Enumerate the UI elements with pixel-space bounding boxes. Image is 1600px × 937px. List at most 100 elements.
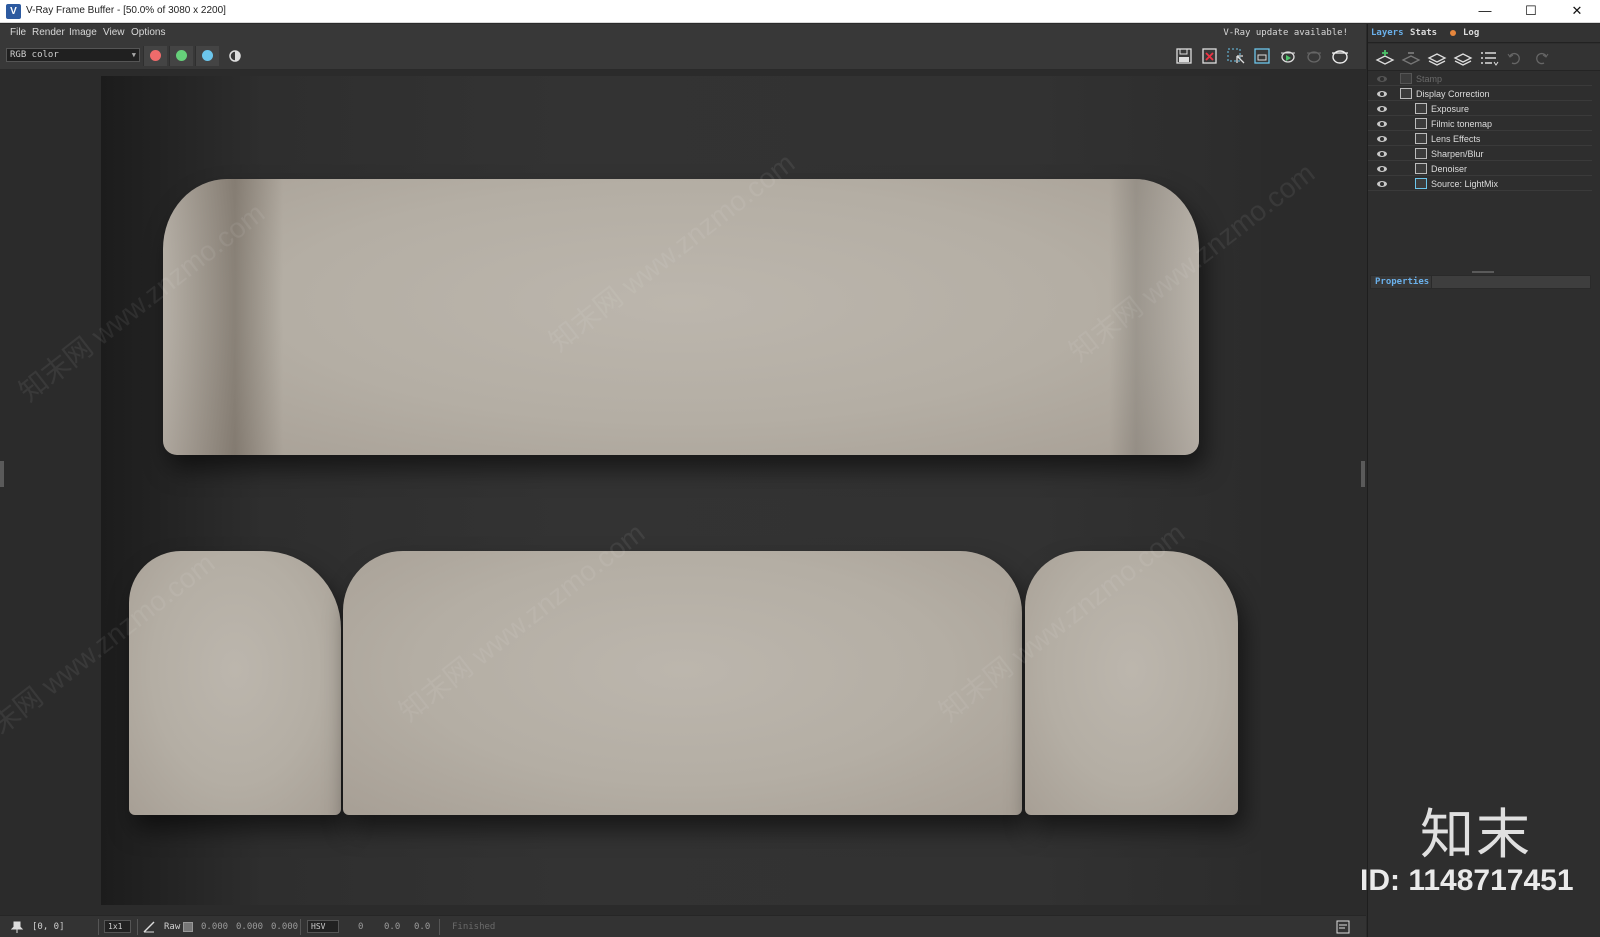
redo-icon[interactable] <box>1530 48 1552 68</box>
vray-app-icon: V <box>6 4 21 19</box>
interactive-render-button[interactable] <box>1277 46 1299 66</box>
green-channel-button[interactable] <box>169 46 193 66</box>
minimize-button[interactable]: — <box>1462 0 1508 23</box>
panel-resize-grip[interactable] <box>1472 271 1494 273</box>
pixel-coords: [0, 0] <box>32 922 65 932</box>
clear-image-button[interactable] <box>1199 46 1221 66</box>
mono-mode-button[interactable] <box>224 46 246 66</box>
left-splitter-handle[interactable] <box>0 461 4 487</box>
load-layers-icon[interactable] <box>1452 48 1474 68</box>
save-icon <box>1176 48 1192 64</box>
value-value: 0.0 <box>414 922 431 932</box>
layer-row-lens-effects[interactable]: Lens Effects <box>1368 132 1592 146</box>
layer-label: Denoiser <box>1431 164 1468 174</box>
save-image-button[interactable] <box>1173 46 1195 66</box>
render-button[interactable] <box>1329 46 1351 66</box>
divider <box>300 919 301 935</box>
blue-value: 0.000 <box>271 922 299 932</box>
properties-label: Properties <box>1375 277 1430 287</box>
maximize-button[interactable]: ☐ <box>1508 0 1554 23</box>
layer-label: Filmic tonemap <box>1431 119 1493 129</box>
watermark-id: ID: 1148717451 <box>1360 864 1574 897</box>
tab-stats[interactable]: Stats <box>1407 26 1440 42</box>
visibility-eye-icon[interactable] <box>1377 166 1387 172</box>
colorspace-dropdown[interactable]: HSV <box>307 920 339 933</box>
properties-field <box>1431 276 1590 288</box>
zoom-dropdown[interactable]: 1x1 <box>104 920 131 933</box>
menu-image[interactable]: Image <box>69 27 97 38</box>
layer-label: Stamp <box>1416 74 1443 84</box>
toolbar: RGB color ▼ <box>0 42 1366 70</box>
teapot-icon <box>1332 50 1348 64</box>
layer-list-icon[interactable] <box>1478 48 1500 68</box>
layer-row-display-correction[interactable]: Display Correction <box>1368 87 1592 101</box>
region-render-button[interactable] <box>1225 46 1247 66</box>
channel-dropdown[interactable]: RGB color ▼ <box>6 48 140 62</box>
track-mouse-button[interactable] <box>1251 46 1273 66</box>
status-bar: [0, 0] 1x1 Raw 0.000 0.000 0.000 HSV 0 0… <box>0 915 1366 937</box>
layer-row-stamp[interactable]: Stamp <box>1368 72 1592 86</box>
log-panel-icon[interactable] <box>1336 920 1350 934</box>
sofa-backrest <box>163 179 1199 455</box>
sofa-left-armrest <box>129 551 341 815</box>
display-correction-icon <box>1400 88 1412 99</box>
blue-dot-icon <box>202 50 213 61</box>
visibility-eye-icon[interactable] <box>1377 91 1387 97</box>
red-value: 0.000 <box>201 922 229 932</box>
green-dot-icon <box>176 50 187 61</box>
panel-tabs: Layers Stats Log <box>1368 24 1600 43</box>
visibility-eye-icon[interactable] <box>1377 106 1387 112</box>
teapot-play-icon <box>1281 51 1295 63</box>
tab-log[interactable]: Log <box>1460 26 1482 42</box>
channel-dropdown-value: RGB color <box>10 50 59 60</box>
tab-layers[interactable]: Layers <box>1368 26 1407 42</box>
color-picker-icon[interactable] <box>142 920 156 934</box>
visibility-eye-icon[interactable] <box>1377 76 1387 82</box>
menu-options[interactable]: Options <box>131 27 165 38</box>
update-notice[interactable]: V-Ray update available! <box>1223 28 1348 38</box>
red-channel-button[interactable] <box>143 46 167 66</box>
layer-row-exposure[interactable]: Exposure <box>1368 102 1592 116</box>
sofa-right-armrest <box>1025 551 1238 815</box>
menu-render[interactable]: Render <box>32 27 65 38</box>
stamp-icon <box>1400 73 1412 84</box>
denoiser-icon <box>1415 163 1427 174</box>
visibility-eye-icon[interactable] <box>1377 181 1387 187</box>
blue-channel-button[interactable] <box>195 46 219 66</box>
region-select-icon <box>1227 48 1245 64</box>
tonemap-curve-icon <box>1415 118 1427 129</box>
hue-value: 0 <box>358 922 364 932</box>
menu-view[interactable]: View <box>103 27 125 38</box>
clear-image-icon <box>1202 48 1217 64</box>
frame-icon <box>1254 48 1270 64</box>
green-value: 0.000 <box>236 922 264 932</box>
layer-row-filmic-tonemap[interactable]: Filmic tonemap <box>1368 117 1592 131</box>
render-viewport[interactable]: 知末网 www.znzmo.com 知末网 www.znzmo.com 知末网 … <box>0 71 1366 915</box>
pin-icon[interactable] <box>10 920 24 934</box>
layer-row-denoiser[interactable]: Denoiser <box>1368 162 1592 176</box>
window-title: V-Ray Frame Buffer - [50.0% of 3080 x 22… <box>26 5 226 16</box>
render-status: Finished <box>452 922 496 932</box>
undo-icon[interactable] <box>1504 48 1526 68</box>
layer-row-sharpen-blur[interactable]: Sharpen/Blur <box>1368 147 1592 161</box>
visibility-eye-icon[interactable] <box>1377 121 1387 127</box>
close-button[interactable]: ✕ <box>1554 0 1600 23</box>
menu-bar: File Render Image View Options V-Ray upd… <box>0 24 1366 42</box>
layer-row-source-lightmix[interactable]: Source: LightMix <box>1368 177 1592 191</box>
saturation-value: 0.0 <box>384 922 401 932</box>
visibility-eye-icon[interactable] <box>1377 136 1387 142</box>
divider <box>137 919 138 935</box>
stop-render-button[interactable] <box>1303 46 1325 66</box>
sharpen-blur-icon <box>1415 148 1427 159</box>
add-layer-icon[interactable] <box>1374 48 1396 68</box>
right-splitter-handle[interactable] <box>1361 461 1365 487</box>
divider <box>98 919 99 935</box>
visibility-eye-icon[interactable] <box>1377 151 1387 157</box>
remove-layer-icon[interactable] <box>1400 48 1422 68</box>
save-layers-icon[interactable] <box>1426 48 1448 68</box>
menu-file[interactable]: File <box>10 27 26 38</box>
divider <box>439 919 440 935</box>
log-warning-dot-icon <box>1450 30 1456 36</box>
title-bar: V V-Ray Frame Buffer - [50.0% of 3080 x … <box>0 0 1600 23</box>
layer-label: Display Correction <box>1416 89 1490 99</box>
